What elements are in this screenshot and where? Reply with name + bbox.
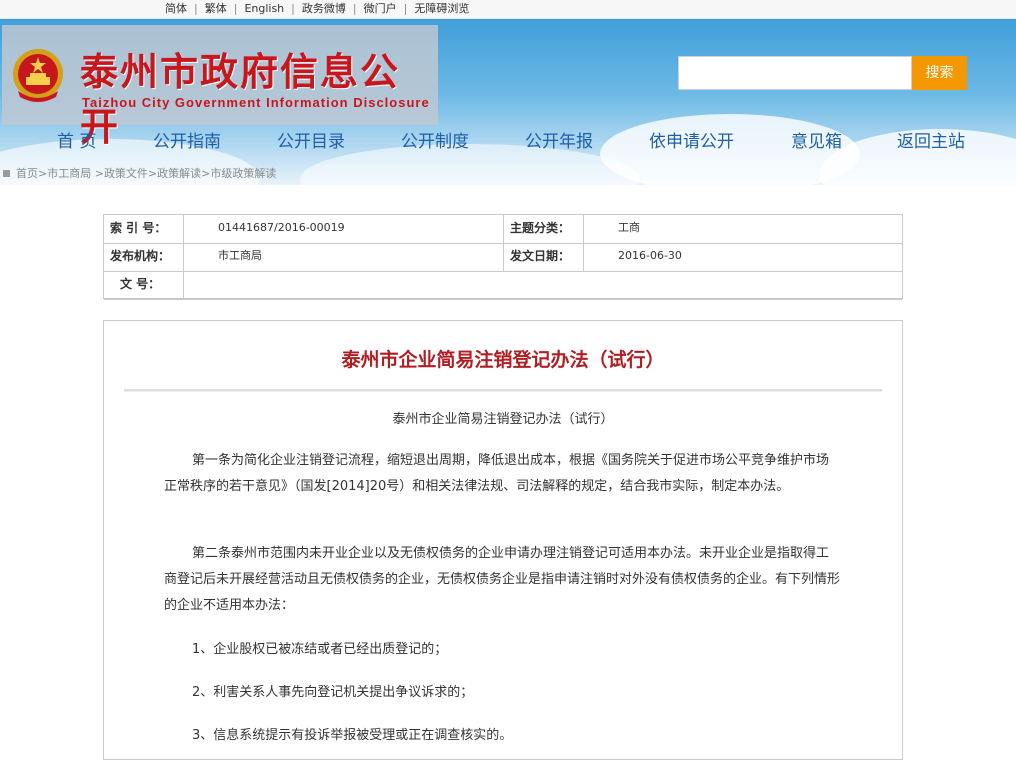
article-item-2: 2、利害关系人事先向登记机关提出争议诉求的；: [192, 685, 474, 700]
docno-value: [184, 271, 902, 299]
org-label: 发布机构：: [110, 249, 171, 263]
search-button[interactable]: 搜索: [912, 56, 967, 90]
main-nav: 首 页 公开指南 公开目录 公开制度 公开年报 依申请公开 意见箱 返回主站: [0, 127, 1016, 157]
breadcrumb-agency[interactable]: 市工商局 >: [47, 165, 104, 181]
date-value: 2016-06-30: [618, 249, 682, 262]
link-weibo[interactable]: 政务微博: [295, 0, 353, 18]
breadcrumb-city-interpretation[interactable]: 市级政策解读: [210, 165, 276, 181]
divider: [583, 215, 584, 271]
search-input[interactable]: [678, 56, 912, 90]
top-utility-bar: 简体 | 繁体 | English | 政务微博 | 微门户 | 无障碍浏览: [0, 0, 1016, 19]
meta-row: 文 号：: [104, 271, 902, 300]
article-subtitle: 泰州市企业简易注销登记办法（试行）: [392, 412, 614, 427]
link-simplified[interactable]: 简体: [158, 0, 194, 18]
breadcrumb-policy[interactable]: 政策文件>: [104, 165, 157, 181]
title-divider: [124, 389, 882, 392]
nav-item-main-site[interactable]: 返回主站: [897, 127, 965, 152]
category-label: 主题分类：: [510, 221, 571, 235]
site-subtitle: Taizhou City Government Information Disc…: [82, 95, 430, 110]
nav-item-apply[interactable]: 依申请公开: [649, 127, 734, 152]
nav-item-feedback[interactable]: 意见箱: [791, 127, 842, 152]
nav-item-home[interactable]: 首 页: [57, 127, 96, 152]
breadcrumb: 首页> 市工商局 > 政策文件> 政策解读> 市级政策解读: [0, 165, 276, 181]
link-traditional[interactable]: 繁体: [198, 0, 234, 18]
date-label: 发文日期：: [510, 249, 571, 263]
bullet-icon: [3, 169, 10, 177]
org-value: 市工商局: [218, 249, 262, 262]
nav-item-catalog[interactable]: 公开目录: [277, 127, 345, 152]
nav-item-guide[interactable]: 公开指南: [153, 127, 221, 152]
article-container: 泰州市企业简易注销登记办法（试行） 泰州市企业简易注销登记办法（试行） 第一条为…: [103, 320, 903, 760]
article-item-1: 1、企业股权已被冻结或者已经出质登记的；: [192, 642, 448, 657]
national-emblem-icon: [13, 49, 63, 102]
link-english[interactable]: English: [237, 0, 291, 18]
divider: [183, 215, 184, 298]
divider: [503, 215, 504, 271]
article-title: 泰州市企业简易注销登记办法（试行）: [341, 349, 665, 371]
site-header: 泰州市政府信息公开 Taizhou City Government Inform…: [0, 19, 1016, 185]
nav-item-annual-report[interactable]: 公开年报: [525, 127, 593, 152]
top-links: 简体 | 繁体 | English | 政务微博 | 微门户 | 无障碍浏览: [158, 0, 476, 18]
index-label: 索 引 号：: [110, 221, 167, 235]
article-paragraph-2: 第二条泰州市范围内未开业企业以及无债权债务的企业申请办理注销登记可适用本办法。未…: [164, 546, 841, 613]
document-meta-table: 索 引 号： 01441687/2016-00019 主题分类： 工商 发布机构…: [103, 214, 903, 300]
article-item-3: 3、信息系统提示有投诉举报被受理或正在调查核实的。: [192, 728, 513, 743]
link-accessibility[interactable]: 无障碍浏览: [407, 0, 476, 18]
article-paragraph-1: 第一条为简化企业注销登记流程，缩短退出周期，降低退出成本，根据《国务院关于促进市…: [164, 453, 830, 494]
site-logo[interactable]: 泰州市政府信息公开 Taizhou City Government Inform…: [2, 25, 438, 149]
docno-label: 文 号：: [120, 277, 161, 291]
breadcrumb-home[interactable]: 首页>: [16, 165, 47, 181]
index-value: 01441687/2016-00019: [218, 221, 345, 234]
category-value: 工商: [618, 221, 640, 234]
nav-item-system[interactable]: 公开制度: [401, 127, 469, 152]
breadcrumb-interpretation[interactable]: 政策解读>: [157, 165, 210, 181]
link-micro-portal[interactable]: 微门户: [357, 0, 404, 18]
